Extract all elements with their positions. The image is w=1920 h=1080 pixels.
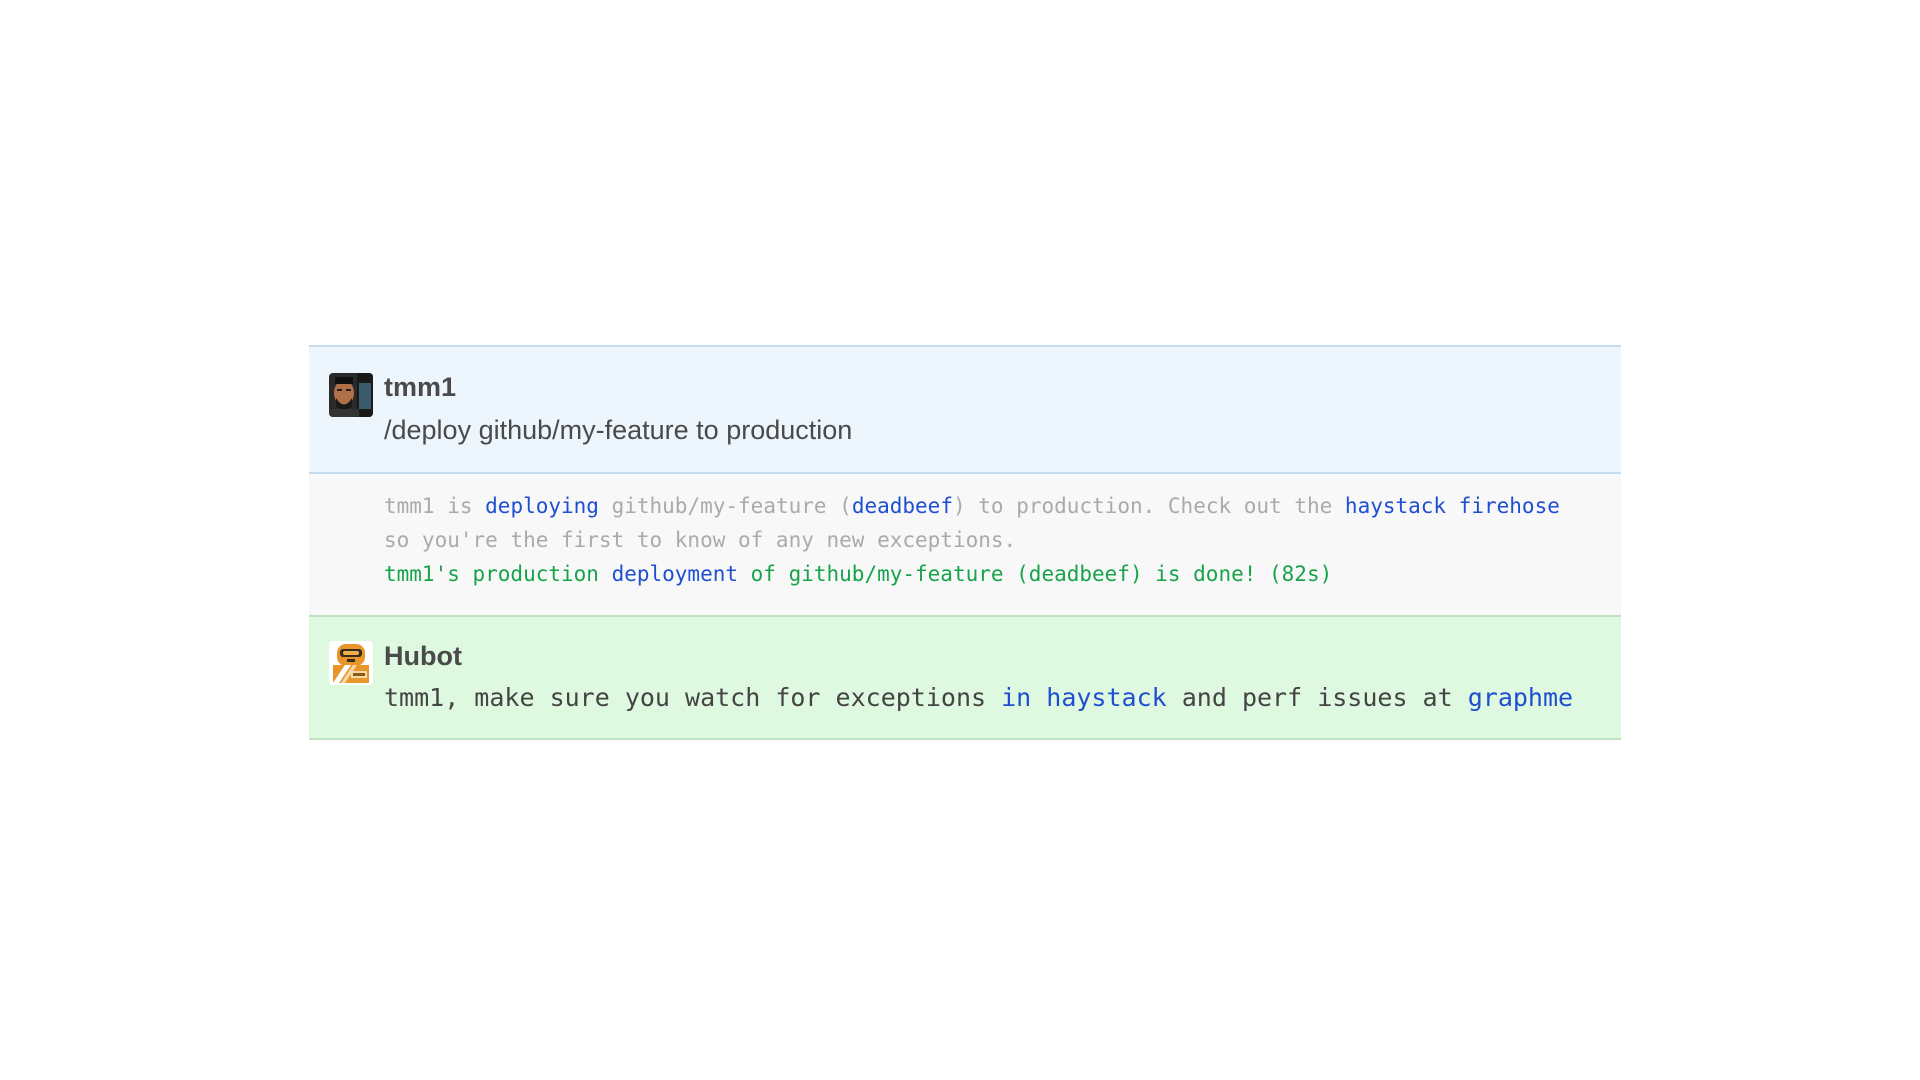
deploy-status-line-2: so you're the first to know of any new e… [384,528,1017,552]
bot-message-text: tmm1, make sure you watch for exceptions… [384,683,1573,712]
message-text: /deploy github/my-feature to production [384,415,853,445]
hubot-avatar-icon[interactable] [329,641,373,685]
bot-message: Hubot tmm1, make sure you watch for exce… [309,615,1621,740]
user-avatar-icon[interactable] [329,373,373,417]
message-author[interactable]: Hubot [384,641,462,672]
deploy-repo-text: github/my-feature ( [598,494,852,518]
system-message: tmm1 is deploying github/my-feature (dea… [309,474,1621,615]
commit-sha-link[interactable]: deadbeef [852,494,953,518]
deploy-text: is [434,494,486,518]
deploy-done-text: tmm1's production [384,562,612,586]
graphme-link[interactable]: graphme [1468,683,1573,712]
deploy-user: tmm1 [384,494,435,518]
deployment-link[interactable]: deployment [612,562,738,586]
bot-text-middle: and perf issues at [1166,683,1468,712]
message-author[interactable]: tmm1 [384,372,456,403]
user-message: tmm1 /deploy github/my-feature to produc… [309,345,1621,474]
bot-text: tmm1, make sure you watch for exceptions [384,683,1002,712]
deploy-target-text: ) to production. Check out the [952,494,1345,518]
haystack-link[interactable]: in haystack [1001,683,1167,712]
deploying-link[interactable]: deploying [485,494,599,518]
chat-log: tmm1 /deploy github/my-feature to produc… [309,345,1621,740]
deploy-status-line: tmm1 is deploying github/my-feature (dea… [384,494,1560,518]
deploy-done-detail: of github/my-feature (deadbeef) is done!… [738,562,1333,586]
deploy-done-line: tmm1's production deployment of github/m… [384,562,1332,586]
haystack-firehose-link[interactable]: haystack firehose [1345,494,1560,518]
